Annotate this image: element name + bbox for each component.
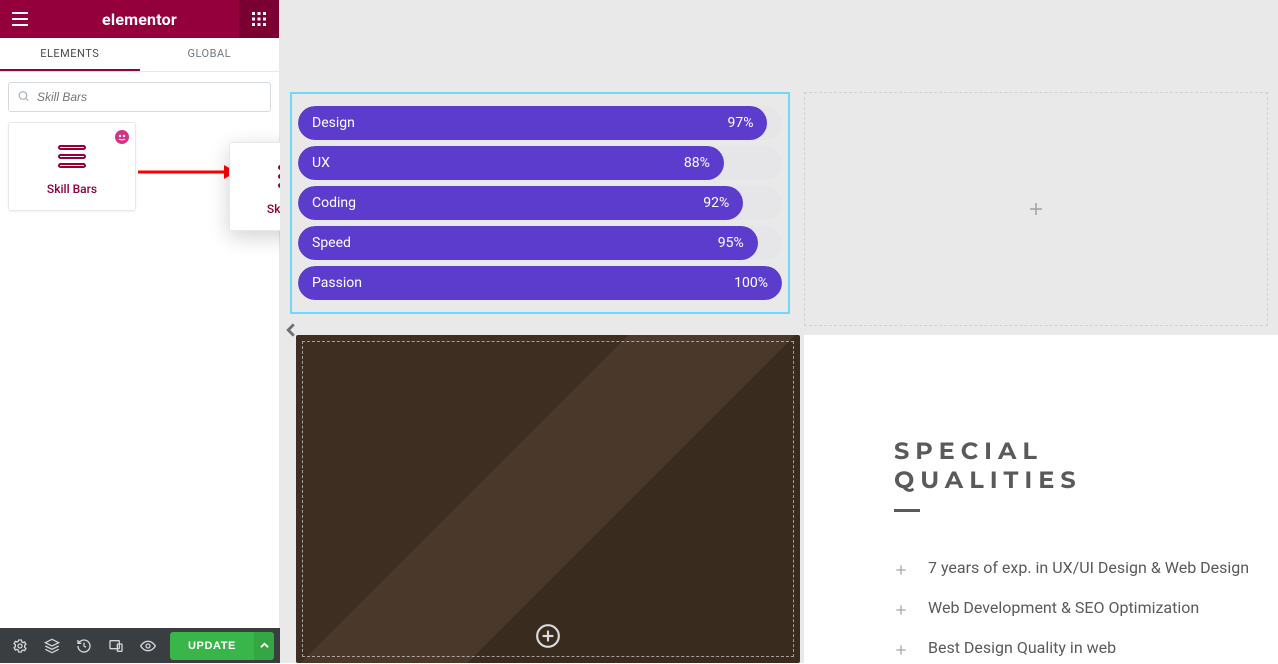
tab-elements[interactable]: ELEMENTS xyxy=(0,38,140,71)
skill-fill: UX 88% xyxy=(298,146,724,180)
eye-icon xyxy=(140,638,156,654)
skill-fill: Design 97% xyxy=(298,106,767,140)
skill-track: Passion 100% xyxy=(298,266,782,300)
search-row xyxy=(0,72,279,122)
settings-button[interactable] xyxy=(6,632,34,660)
panel-tabs: ELEMENTS GLOBAL xyxy=(0,38,279,72)
accordion-title: 7 years of exp. in UX/UI Design & Web De… xyxy=(928,556,1249,580)
widget-icon xyxy=(17,145,127,168)
skill-row: Speed 95% xyxy=(298,226,782,260)
search-input[interactable] xyxy=(8,82,271,112)
qualities-list: 7 years of exp. in UX/UI Design & Web De… xyxy=(894,556,1258,660)
brand-title: elementor xyxy=(40,10,239,29)
skill-track: UX 88% xyxy=(298,146,782,180)
skill-row: Passion 100% xyxy=(298,266,782,300)
panel-header: elementor xyxy=(0,0,279,38)
heading-line-1: SPECIAL xyxy=(894,437,1082,466)
update-options-button[interactable] xyxy=(254,632,274,660)
accordion-title: Best Design Quality in web xyxy=(928,636,1116,660)
history-icon xyxy=(76,638,92,654)
plus-icon xyxy=(894,640,910,656)
skill-row: Coding 92% xyxy=(298,186,782,220)
layers-icon xyxy=(44,638,60,654)
skill-row: UX 88% xyxy=(298,146,782,180)
drag-arrow-annotation xyxy=(138,163,236,181)
apps-grid-icon xyxy=(252,12,266,26)
skill-track: Design 97% xyxy=(298,106,782,140)
heading-underline xyxy=(894,509,920,512)
history-button[interactable] xyxy=(70,632,98,660)
caret-up-icon xyxy=(260,641,269,650)
responsive-button[interactable] xyxy=(102,632,130,660)
plus-icon xyxy=(894,560,910,576)
plus-circle-icon xyxy=(535,623,561,649)
skill-track: Speed 95% xyxy=(298,226,782,260)
accordion-item[interactable]: 7 years of exp. in UX/UI Design & Web De… xyxy=(894,556,1258,580)
widget-label: Skill Bars xyxy=(17,182,127,196)
gear-icon xyxy=(12,638,28,654)
hamburger-icon xyxy=(12,12,28,26)
search-icon xyxy=(17,88,30,107)
elementor-side-panel: elementor ELEMENTS GLOBAL Skill Bars xyxy=(0,0,280,663)
skill-track: Coding 92% xyxy=(298,186,782,220)
skill-percent: 95% xyxy=(718,235,744,251)
skill-label: UX xyxy=(312,155,330,171)
update-button[interactable]: UPDATE xyxy=(170,632,254,660)
skill-percent: 100% xyxy=(734,275,768,291)
skill-fill: Coding 92% xyxy=(298,186,743,220)
skill-percent: 92% xyxy=(703,195,729,211)
heading-line-2: QUALITIES xyxy=(894,466,1082,495)
empty-column-drop-zone[interactable] xyxy=(804,92,1268,326)
preview-button[interactable] xyxy=(134,632,162,660)
widget-skill-bars[interactable]: Skill Bars xyxy=(8,122,136,211)
widget-pro-badge-icon xyxy=(115,129,129,143)
skill-percent: 97% xyxy=(727,115,753,131)
skill-row: Design 97% xyxy=(298,106,782,140)
skill-fill: Passion 100% xyxy=(298,266,782,300)
tab-global[interactable]: GLOBAL xyxy=(140,38,280,71)
accordion-item[interactable]: Web Development & SEO Optimization xyxy=(894,596,1258,620)
skill-percent: 88% xyxy=(684,155,710,171)
section-heading: SPECIAL QUALITIES xyxy=(894,437,1082,512)
responsive-icon xyxy=(108,638,124,654)
panel-footer: UPDATE xyxy=(0,628,280,663)
skill-label: Coding xyxy=(312,195,356,211)
add-widget-plus[interactable] xyxy=(535,623,561,649)
skill-label: Design xyxy=(312,115,355,131)
navigator-button[interactable] xyxy=(38,632,66,660)
skill-fill: Speed 95% xyxy=(298,226,758,260)
accordion-item[interactable]: Best Design Quality in web xyxy=(894,636,1258,660)
accordion-title: Web Development & SEO Optimization xyxy=(928,596,1199,620)
plus-icon xyxy=(894,600,910,616)
skill-label: Speed xyxy=(312,235,351,251)
image-section[interactable] xyxy=(296,335,800,663)
hamburger-menu-button[interactable] xyxy=(0,0,40,38)
apps-grid-button[interactable] xyxy=(239,0,279,38)
skill-label: Passion xyxy=(312,275,362,291)
editor-canvas: Design 97% UX 88% Coding 92% Speed 95% Passi… xyxy=(280,0,1278,663)
plus-icon xyxy=(1027,200,1045,218)
skill-bars-element[interactable]: Design 97% UX 88% Coding 92% Speed 95% Passi… xyxy=(290,92,790,314)
